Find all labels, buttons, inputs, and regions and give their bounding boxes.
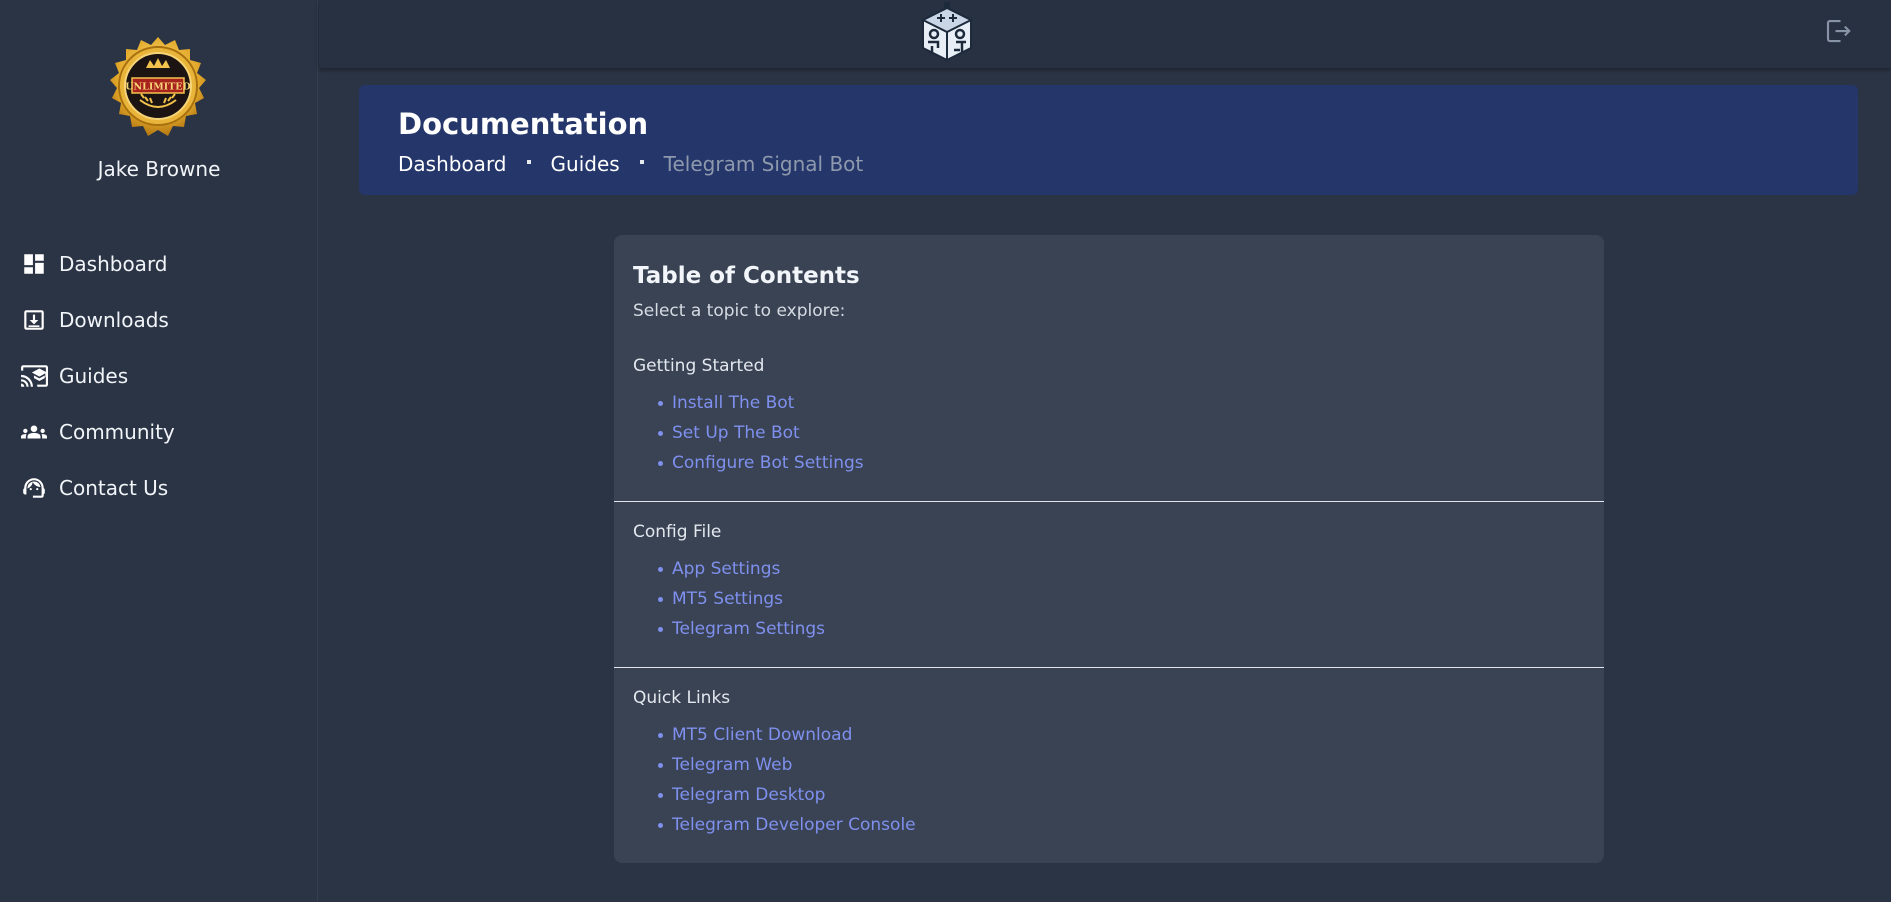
sidebar-item-label: Guides	[59, 364, 129, 388]
link-telegram-desktop[interactable]: Telegram Desktop	[672, 785, 825, 805]
sidebar-item-contact-us[interactable]: Contact Us	[0, 460, 318, 516]
support-agent-icon	[20, 474, 48, 502]
page-header: Documentation Dashboard Guides Telegram …	[359, 85, 1858, 195]
badge-text: UNLIMITED	[125, 82, 191, 93]
section-title: Getting Started	[633, 356, 765, 376]
list-item: Telegram Settings	[658, 614, 825, 644]
link-mt5-settings[interactable]: MT5 Settings	[672, 589, 783, 609]
sidebar-item-label: Contact Us	[59, 476, 169, 500]
guides-icon	[20, 362, 48, 390]
sidebar-item-downloads[interactable]: Downloads	[0, 292, 318, 348]
top-bar	[319, 0, 1891, 68]
sidebar-item-label: Community	[59, 420, 175, 444]
download-icon	[20, 306, 48, 334]
link-set-up-the-bot[interactable]: Set Up The Bot	[672, 423, 800, 443]
section-links: App Settings MT5 Settings Telegram Setti…	[658, 554, 825, 644]
dashboard-icon	[20, 250, 48, 278]
list-item: Telegram Desktop	[658, 780, 916, 810]
breadcrumb-dashboard[interactable]: Dashboard	[398, 152, 507, 176]
robot-cube-logo[interactable]	[919, 2, 975, 62]
list-item: MT5 Settings	[658, 584, 825, 614]
link-install-the-bot[interactable]: Install The Bot	[672, 393, 794, 413]
community-icon	[20, 418, 48, 446]
link-app-settings[interactable]: App Settings	[672, 559, 780, 579]
section-title: Config File	[633, 522, 722, 542]
unlimited-badge-icon: UNLIMITED	[110, 37, 206, 136]
user-name: Jake Browne	[97, 157, 221, 181]
sidebar-item-community[interactable]: Community	[0, 404, 318, 460]
list-item: App Settings	[658, 554, 825, 584]
breadcrumb-guides[interactable]: Guides	[551, 152, 620, 176]
list-item: Configure Bot Settings	[658, 448, 864, 478]
toc-title: Table of Contents	[633, 263, 860, 289]
link-mt5-client-download[interactable]: MT5 Client Download	[672, 725, 852, 745]
table-of-contents: Table of Contents Select a topic to expl…	[614, 235, 1604, 863]
sidebar-item-dashboard[interactable]: Dashboard	[0, 236, 318, 292]
link-telegram-web[interactable]: Telegram Web	[672, 755, 792, 775]
section-title: Quick Links	[633, 688, 731, 708]
list-item: Telegram Developer Console	[658, 810, 916, 840]
list-item: Set Up The Bot	[658, 418, 864, 448]
link-telegram-settings[interactable]: Telegram Settings	[672, 619, 825, 639]
section-links: Install The Bot Set Up The Bot Configure…	[658, 388, 864, 478]
breadcrumb-separator	[639, 160, 644, 164]
link-configure-bot-settings[interactable]: Configure Bot Settings	[672, 453, 864, 473]
sidebar-nav: Dashboard Downloads Guides Community Con…	[0, 236, 318, 516]
sidebar: UNLIMITED Jake Browne Dashboard Download…	[0, 0, 318, 902]
logout-icon[interactable]	[1823, 16, 1853, 46]
list-item: Install The Bot	[658, 388, 864, 418]
sidebar-item-label: Dashboard	[59, 252, 168, 276]
link-telegram-developer-console[interactable]: Telegram Developer Console	[672, 815, 916, 835]
sidebar-item-guides[interactable]: Guides	[0, 348, 318, 404]
sidebar-item-label: Downloads	[59, 308, 169, 332]
list-item: Telegram Web	[658, 750, 916, 780]
list-item: MT5 Client Download	[658, 720, 916, 750]
breadcrumb-separator	[526, 160, 531, 164]
section-divider	[614, 667, 1604, 668]
page-title: Documentation	[398, 107, 649, 141]
breadcrumb: Dashboard Guides Telegram Signal Bot	[398, 152, 863, 176]
avatar[interactable]: UNLIMITED	[100, 28, 216, 144]
section-divider	[614, 501, 1604, 502]
breadcrumb-current: Telegram Signal Bot	[663, 152, 864, 176]
section-links: MT5 Client Download Telegram Web Telegra…	[658, 720, 916, 840]
toc-subtitle: Select a topic to explore:	[633, 301, 846, 321]
